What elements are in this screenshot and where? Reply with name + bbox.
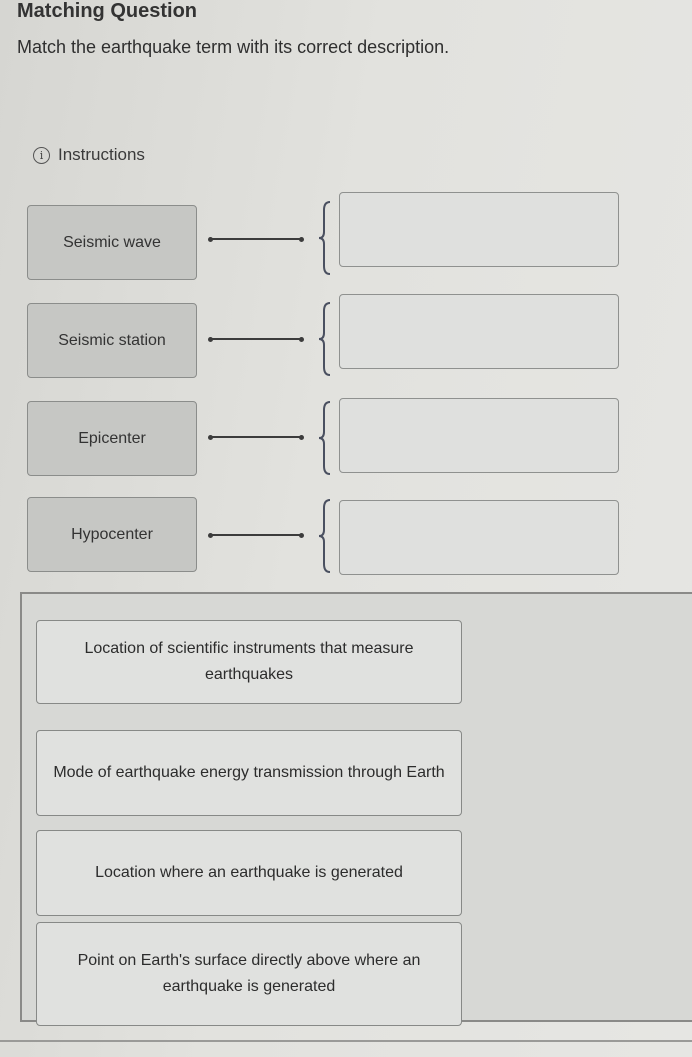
drop-zone-seismic-station[interactable] — [339, 294, 619, 369]
term-hypocenter: Hypocenter — [27, 497, 197, 572]
bracket-icon — [318, 302, 331, 376]
instructions-label: Instructions — [58, 145, 145, 164]
instructions-link[interactable]: i Instructions — [33, 145, 145, 165]
term-label: Epicenter — [78, 429, 146, 447]
answer-option[interactable]: Location where an earthquake is generate… — [36, 830, 462, 916]
drop-zone-hypocenter[interactable] — [339, 500, 619, 575]
drop-zone-epicenter[interactable] — [339, 398, 619, 473]
connector-line — [208, 336, 304, 342]
bracket-icon — [318, 401, 331, 475]
term-seismic-station: Seismic station — [27, 303, 197, 378]
page-title: Matching Question — [17, 0, 197, 22]
connector-line — [208, 236, 304, 242]
answer-option[interactable]: Location of scientific instruments that … — [36, 620, 462, 704]
question-prompt: Match the earthquake term with its corre… — [17, 37, 450, 57]
divider — [0, 1040, 692, 1042]
answer-option[interactable]: Point on Earth's surface directly above … — [36, 922, 462, 1026]
bracket-icon — [318, 499, 331, 573]
bracket-icon — [318, 201, 331, 275]
connector-line — [208, 434, 304, 440]
term-seismic-wave: Seismic wave — [27, 205, 197, 280]
term-label: Seismic wave — [63, 233, 161, 251]
term-label: Hypocenter — [71, 525, 153, 543]
term-epicenter: Epicenter — [27, 401, 197, 476]
drop-zone-seismic-wave[interactable] — [339, 192, 619, 267]
info-icon: i — [33, 146, 50, 164]
answer-option[interactable]: Mode of earthquake energy transmission t… — [36, 730, 462, 816]
term-label: Seismic station — [58, 331, 166, 349]
connector-line — [208, 532, 304, 538]
matching-question-page: Matching Question Match the earthquake t… — [0, 0, 692, 1057]
